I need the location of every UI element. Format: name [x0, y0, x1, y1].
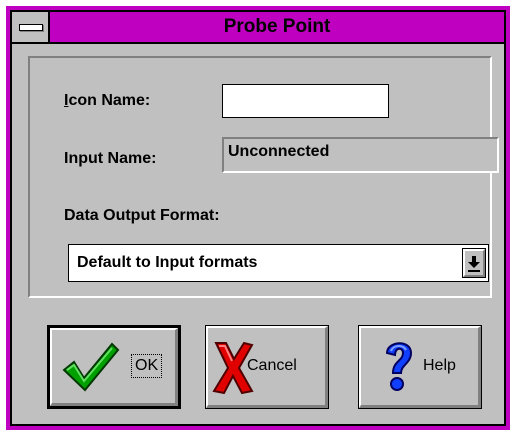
data-output-format-value: Default to Input formats	[77, 254, 258, 271]
ok-button-label: OK	[130, 354, 163, 378]
green-checkmark-icon	[62, 342, 120, 392]
data-output-format-label: Data Output Format:	[64, 207, 220, 224]
input-name-value: Unconnected	[222, 137, 499, 173]
title-bar[interactable]: Probe Point	[12, 12, 504, 44]
help-button[interactable]: Help	[358, 325, 482, 409]
input-name-label: Input Name:	[64, 150, 157, 167]
dropdown-button[interactable]	[462, 248, 486, 278]
dialog-frame: Probe Point Icon Name: Input Name: Uncon…	[10, 10, 506, 426]
dropdown-arrow-icon	[468, 256, 480, 272]
icon-name-input[interactable]	[222, 84, 389, 118]
system-menu-button[interactable]	[12, 12, 50, 42]
blue-question-mark-icon	[385, 342, 413, 391]
icon-name-label: Icon Name:	[64, 92, 151, 109]
dialog-window: Probe Point Icon Name: Input Name: Uncon…	[6, 6, 510, 430]
data-output-format-select[interactable]: Default to Input formats	[68, 244, 489, 282]
cancel-button-label: Cancel	[247, 357, 297, 374]
window-title: Probe Point	[223, 16, 331, 37]
system-menu-icon	[19, 24, 43, 31]
help-button-label: Help	[423, 357, 456, 374]
cancel-button[interactable]: Cancel	[205, 325, 329, 409]
ok-button[interactable]: OK	[47, 325, 181, 409]
settings-group: Icon Name: Input Name: Unconnected Data …	[28, 56, 499, 298]
